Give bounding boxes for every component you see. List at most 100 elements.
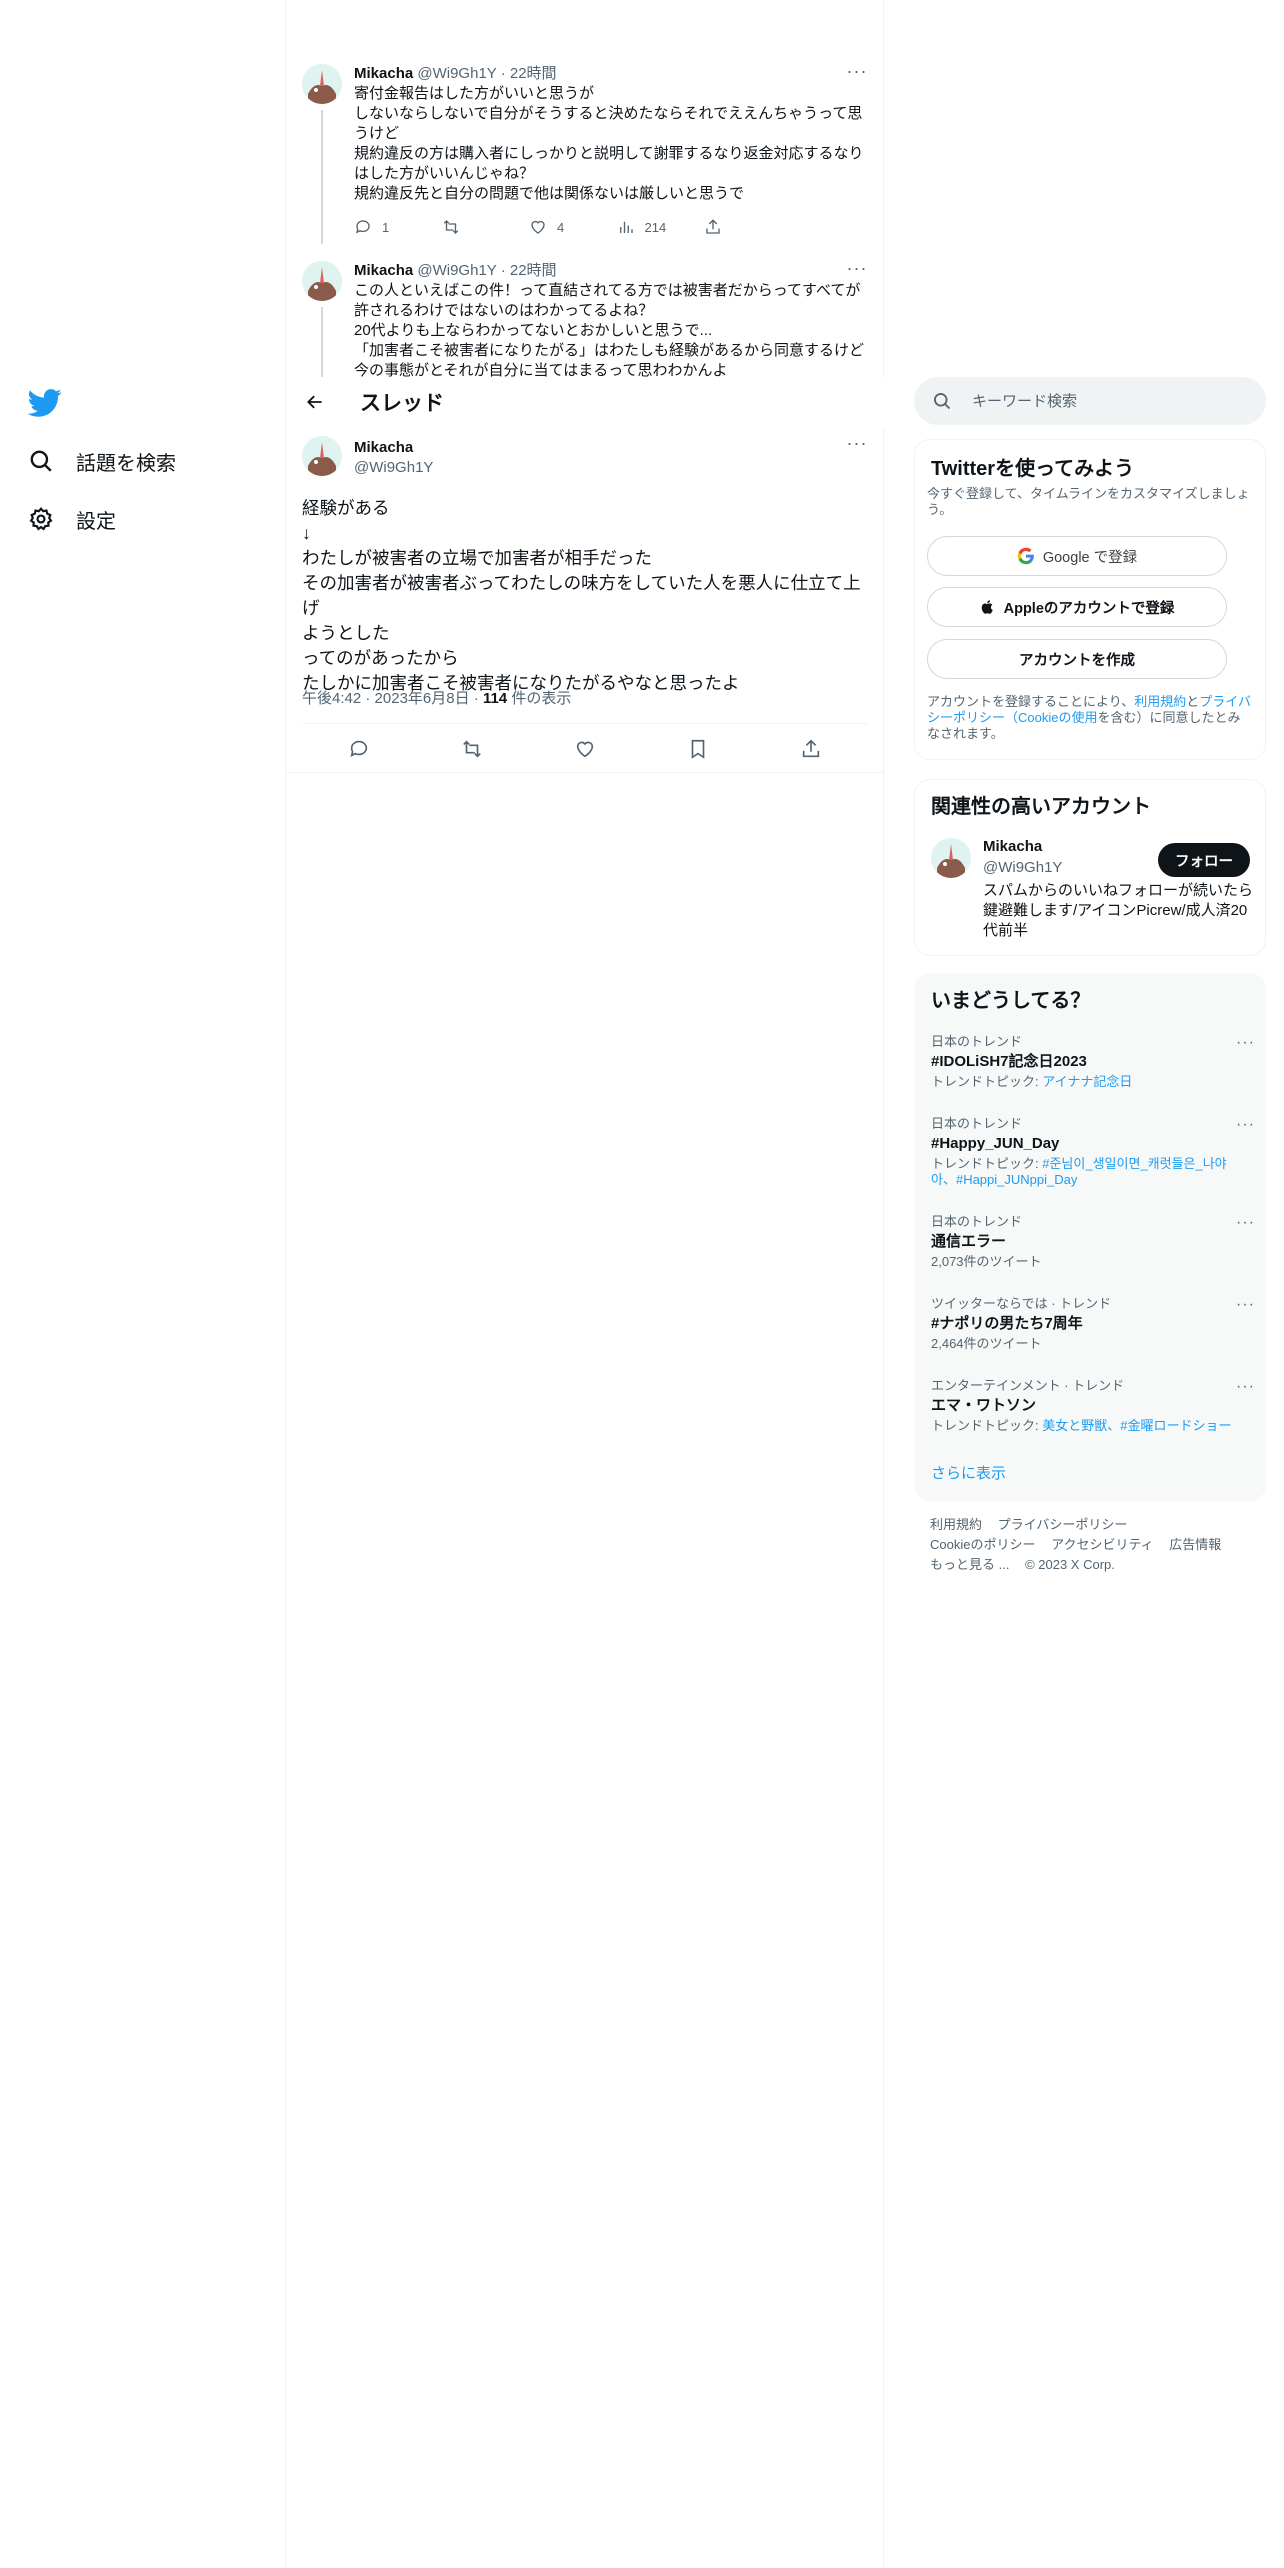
author-name[interactable]: Mikacha — [354, 438, 433, 458]
more-options-icon[interactable]: ··· — [1236, 1378, 1255, 1396]
tweet-time[interactable]: 22時間 — [510, 65, 557, 82]
thread-connector — [321, 110, 323, 244]
footer-ads-link[interactable]: 広告情報 — [1169, 1537, 1221, 1552]
trend-item[interactable]: エンターテインメント · トレンド エマ・ワトソン トレンドトピック: 美女と野… — [931, 1378, 1254, 1434]
back-button[interactable] — [300, 387, 330, 417]
more-options-icon[interactable]: ··· — [1236, 1116, 1255, 1134]
share-button[interactable] — [800, 738, 822, 760]
related-title: 関連性の高いアカウント — [931, 796, 1151, 818]
trend-name: 通信エラー — [931, 1233, 1007, 1250]
google-signup-button[interactable]: Google で登録 — [927, 536, 1227, 576]
terms-text: と — [1186, 694, 1200, 709]
apple-signup-button[interactable]: Appleのアカウントで登録 — [927, 587, 1227, 627]
tweet-text-line: 「加害者こそ被害者になりたがる」はわたしも経験があるから同意するけど — [354, 342, 865, 359]
tweet-text-line: ようとした — [302, 623, 390, 643]
avatar[interactable] — [302, 64, 342, 104]
trend-topic-link[interactable]: アイナナ記念日 — [1042, 1074, 1132, 1089]
trend-item[interactable]: ツイッターならでは · トレンド #ナポリの男たち7周年 2,464件のツイート… — [931, 1296, 1254, 1352]
view-count: 214 — [644, 219, 667, 235]
trend-topic: トレンドトピック: #준님이_생일이면_캐럿들은_나야아、#Happi_JUNp… — [931, 1156, 1251, 1188]
author-handle[interactable]: @Wi9Gh1Y — [417, 262, 496, 279]
avatar[interactable] — [302, 261, 342, 301]
reply-icon — [355, 220, 370, 234]
view-count: 114 — [482, 690, 508, 707]
tweet-time[interactable]: 22時間 — [510, 262, 557, 279]
thread-connector — [321, 307, 323, 377]
more-options-icon[interactable]: ··· — [1236, 1296, 1255, 1314]
thread-tweet[interactable]: Mikacha @Wi9Gh1Y · 22時間 この人といえばこの件！って直結さ… — [302, 261, 868, 377]
footer-privacy-link[interactable]: プライバシーポリシー — [998, 1517, 1128, 1532]
show-more-link[interactable]: さらに表示 — [931, 1462, 1006, 1483]
trend-topic-prefix: トレンドトピック: — [931, 1156, 1043, 1171]
thread-tweet[interactable]: Mikacha @Wi9Gh1Y · 22時間 寄付金報告はした方がいいと思うが… — [302, 62, 868, 244]
trend-topic-link[interactable]: 美女と野獣、#金曜ロードショー — [1042, 1418, 1231, 1433]
avatar[interactable] — [931, 838, 971, 878]
page-title: スレッド — [360, 392, 444, 415]
tweet-text-line: 許されるわけではないのはわかってるよね？ — [354, 302, 654, 319]
trend-item[interactable]: 日本のトレンド 通信エラー 2,073件のツイート ··· — [931, 1214, 1254, 1270]
author-name[interactable]: Mikacha — [354, 262, 413, 279]
trend-item[interactable]: 日本のトレンド #IDOLiSH7記念日2023 トレンドトピック: アイナナ記… — [931, 1034, 1254, 1090]
trend-topic: 2,073件のツイート — [931, 1254, 1251, 1270]
footer-more-link[interactable]: もっと見る ... — [930, 1557, 1009, 1572]
trend-context: 日本のトレンド — [931, 1214, 1023, 1229]
focused-tweet-actions — [302, 724, 868, 774]
twitter-logo-icon[interactable] — [28, 385, 62, 419]
share-button[interactable] — [704, 218, 784, 236]
avatar-image — [302, 261, 342, 301]
retweet-button[interactable] — [461, 738, 483, 760]
views-button[interactable]: 214 — [617, 218, 697, 236]
search-input[interactable] — [972, 392, 1232, 410]
more-options-icon[interactable]: ··· — [1236, 1214, 1255, 1232]
reply-button[interactable]: 1 — [354, 218, 434, 236]
separator: · — [473, 690, 483, 707]
related-name[interactable]: Mikacha — [983, 838, 1042, 855]
trend-context: 日本のトレンド — [931, 1034, 1023, 1049]
footer-accessibility-link[interactable]: アクセシビリティ — [1051, 1537, 1154, 1552]
like-button[interactable]: 4 — [529, 218, 609, 236]
reply-button[interactable] — [348, 738, 370, 760]
tweet-text-line: うけど — [354, 125, 400, 142]
google-signup-label: Google で登録 — [1042, 549, 1138, 566]
trend-context: 日本のトレンド — [931, 1116, 1023, 1131]
retweet-button[interactable] — [442, 218, 522, 236]
more-options-icon[interactable]: ··· — [846, 434, 868, 456]
more-options-icon[interactable]: ··· — [1236, 1034, 1255, 1052]
search-box[interactable] — [914, 377, 1266, 425]
more-options-icon[interactable]: ··· — [846, 62, 868, 84]
create-account-button[interactable]: アカウントを作成 — [927, 639, 1227, 679]
author-name[interactable]: Mikacha — [354, 65, 413, 82]
tweet-body: Mikacha @Wi9Gh1Y · 22時間 寄付金報告はした方がいいと思うが… — [354, 64, 868, 204]
trend-topic: トレンドトピック: アイナナ記念日 — [931, 1074, 1251, 1090]
like-button[interactable] — [574, 738, 596, 760]
trend-topic-prefix: トレンドトピック: — [931, 1418, 1043, 1433]
footer-copyright: © 2023 X Corp. — [1025, 1557, 1115, 1572]
focused-author: Mikacha @Wi9Gh1Y — [354, 438, 433, 478]
trend-context: ツイッターならでは · トレンド — [931, 1296, 1112, 1311]
nav-explore-label: 話題を検索 — [76, 452, 176, 475]
avatar[interactable] — [302, 436, 342, 476]
like-count: 4 — [557, 219, 565, 235]
trend-item[interactable]: 日本のトレンド #Happy_JUN_Day トレンドトピック: #준님이_생일… — [931, 1116, 1254, 1188]
separator: · — [365, 690, 375, 707]
footer-cookie-link[interactable]: Cookieのポリシー — [930, 1537, 1035, 1552]
nav-settings[interactable]: 設定 — [28, 499, 116, 539]
footer-terms-link[interactable]: 利用規約 — [930, 1517, 982, 1532]
follow-button[interactable]: フォロー — [1158, 843, 1250, 877]
terms-link[interactable]: 利用規約 — [1134, 694, 1186, 709]
tweet-header: Mikacha @Wi9Gh1Y · 22時間 — [354, 261, 868, 281]
nav-explore[interactable]: 話題を検索 — [28, 441, 176, 481]
divider — [286, 772, 884, 773]
author-handle[interactable]: @Wi9Gh1Y — [417, 65, 496, 82]
right-sidebar: Twitterを使ってみよう 今すぐ登録して、タイムラインをカスタマイズしましょ… — [914, 0, 1266, 2568]
more-options-icon[interactable]: ··· — [846, 261, 868, 281]
bookmark-button[interactable] — [687, 738, 709, 760]
tweet-text-line: この人といえばこの件！って直結されてる方では被害者だからってすべてが — [354, 282, 861, 299]
tweet-date[interactable]: 2023年6月8日 — [375, 690, 470, 707]
related-handle[interactable]: @Wi9Gh1Y — [983, 859, 1062, 876]
separator: · — [500, 262, 506, 279]
analytics-icon — [619, 221, 633, 233]
tweet-time[interactable]: 午後4:42 — [302, 690, 361, 707]
tweet-actions: 1 4 214 — [354, 218, 784, 236]
author-handle[interactable]: @Wi9Gh1Y — [354, 458, 433, 478]
